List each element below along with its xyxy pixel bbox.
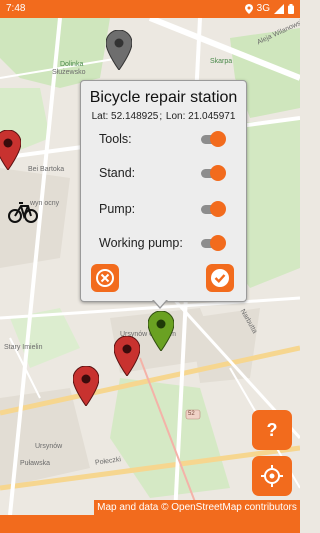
working-pump-toggle[interactable] — [199, 235, 226, 251]
crosshair-icon — [261, 465, 283, 487]
network-type: 3G — [256, 3, 270, 14]
help-button[interactable]: ? — [252, 410, 292, 450]
row-label: Stand: — [99, 166, 136, 180]
status-time: 7:48 — [6, 3, 26, 14]
route-shield-label: 52 — [188, 411, 195, 417]
close-circle-icon — [96, 269, 114, 287]
popup-title: Bicycle repair station — [89, 89, 238, 106]
map-label: Dolinka — [60, 61, 84, 68]
lat-label: Lat: — [91, 111, 109, 122]
lon-value: 21.045971 — [188, 111, 236, 122]
tools-toggle[interactable] — [199, 131, 226, 147]
location-icon — [244, 3, 253, 14]
confirm-button[interactable] — [206, 264, 234, 292]
cancel-button[interactable] — [91, 264, 119, 292]
map-marker-grey[interactable] — [106, 30, 132, 70]
map-label: Skarpa — [210, 58, 233, 65]
popup-coordinates: Lat: 52.148925; Lon: 21.045971 — [91, 111, 236, 122]
row-stand: Stand: — [99, 163, 239, 183]
map-label: Puławska — [20, 460, 50, 467]
check-circle-icon — [211, 269, 229, 287]
map-marker-red[interactable] — [0, 130, 21, 170]
row-label: Tools: — [99, 132, 132, 146]
map-label: Służewsko — [52, 69, 86, 76]
battery-icon — [288, 3, 294, 14]
map-label: Stary Imielin — [4, 344, 43, 351]
station-popup: Bicycle repair station Lat: 52.148925; L… — [80, 80, 247, 302]
status-icons: 3G — [244, 3, 294, 14]
stand-toggle[interactable] — [199, 165, 226, 181]
map-marker-red[interactable] — [114, 336, 140, 376]
popup-pointer-fill — [153, 299, 167, 307]
row-pump: Pump: — [99, 199, 239, 219]
map-attribution[interactable]: Map and data © OpenStreetMap contributor… — [94, 500, 300, 515]
row-tools: Tools: — [99, 129, 239, 149]
pump-toggle[interactable] — [199, 201, 226, 217]
signal-icon — [274, 3, 284, 14]
map-label: Bei Bartoka — [28, 166, 65, 173]
map-marker-red[interactable] — [73, 366, 99, 406]
row-working-pump: Working pump: — [99, 233, 239, 253]
row-label: Pump: — [99, 202, 136, 216]
map-label: Ursynów — [35, 443, 63, 450]
bicycle-icon — [8, 202, 38, 223]
lat-value: 52.148925 — [111, 111, 159, 122]
map-marker-selected[interactable] — [148, 311, 174, 351]
row-label: Working pump: — [99, 236, 183, 250]
lon-label: Lon: — [165, 111, 186, 122]
locate-button[interactable] — [252, 456, 292, 496]
status-bar: 7:48 3G — [0, 0, 300, 18]
navigation-bar — [0, 515, 300, 533]
